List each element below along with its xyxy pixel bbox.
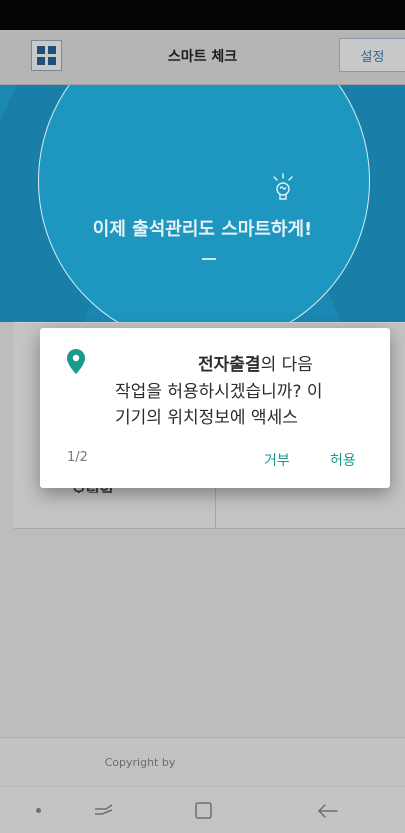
hero-headline: 이제 출석관리도 스마트하게! bbox=[92, 219, 313, 240]
deny-button[interactable]: 거부 bbox=[264, 450, 290, 470]
dialog-message-line2: 작업을 허용하시겠습니까? 이 bbox=[115, 382, 323, 402]
dot-icon[interactable] bbox=[36, 808, 41, 813]
grid-menu-button[interactable] bbox=[31, 40, 62, 71]
dialog-message-line1: 전자출결의 다음 bbox=[198, 350, 313, 375]
recent-apps-icon[interactable] bbox=[92, 799, 116, 823]
hero-banner: 이제 출석관리도 스마트하게! bbox=[0, 85, 405, 340]
grid-icon bbox=[37, 46, 45, 54]
dialog-message-suffix: 의 다음 bbox=[260, 355, 313, 375]
back-icon[interactable] bbox=[316, 799, 340, 823]
app-name: 전자출결 bbox=[198, 355, 261, 375]
page-count: 1/2 bbox=[67, 450, 88, 465]
app-header: 스마트 체크 설정 bbox=[0, 30, 405, 85]
status-bar bbox=[0, 0, 405, 30]
footer: Copyright by bbox=[0, 737, 405, 786]
copyright-text: Copyright by bbox=[104, 756, 176, 769]
lightbulb-icon bbox=[273, 173, 293, 200]
allow-button[interactable]: 허용 bbox=[330, 450, 356, 470]
location-pin-icon bbox=[67, 349, 85, 374]
settings-button[interactable]: 설정 bbox=[339, 38, 405, 72]
home-icon[interactable] bbox=[192, 799, 216, 823]
permission-dialog: 전자출결의 다음 작업을 허용하시겠습니까? 이 기기의 위치정보에 액세스 1… bbox=[40, 328, 390, 488]
hero-divider bbox=[202, 258, 216, 260]
dialog-message-line3: 기기의 위치정보에 액세스 bbox=[115, 408, 298, 428]
system-nav-bar bbox=[0, 786, 405, 833]
